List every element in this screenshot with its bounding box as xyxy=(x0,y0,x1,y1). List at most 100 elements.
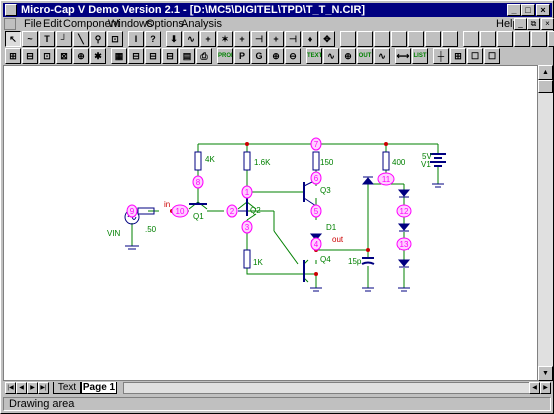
maximize-button[interactable]: □ xyxy=(521,4,535,16)
scroll-down-button[interactable]: ▼ xyxy=(538,366,553,381)
tb1-button-28[interactable] xyxy=(497,31,513,47)
tb2-button-4[interactable]: ⊕ xyxy=(73,48,89,64)
tb2-button-11[interactable]: ⎙ xyxy=(196,48,212,64)
tb1-button-27[interactable] xyxy=(480,31,496,47)
tb1-button-31[interactable] xyxy=(548,31,554,47)
resistor-1-6k[interactable] xyxy=(243,151,251,171)
tb1-button-14[interactable]: ⊣ xyxy=(251,31,267,47)
tb2-button-6[interactable]: ▦ xyxy=(111,48,127,64)
tb1-button-29[interactable] xyxy=(514,31,530,47)
scroll-right-button[interactable]: ▶ xyxy=(540,382,551,394)
tab-text[interactable]: Text xyxy=(53,382,81,394)
resistor-4k[interactable] xyxy=(194,151,202,171)
minimize-button[interactable]: _ xyxy=(507,4,521,16)
menu-edit[interactable]: Edit xyxy=(43,17,62,31)
tb1-button-23[interactable] xyxy=(408,31,424,47)
tb1-button-9[interactable]: ⬇ xyxy=(166,31,182,47)
menu-options[interactable]: Options xyxy=(146,17,184,31)
node-9[interactable]: 9 xyxy=(126,204,138,218)
tb1-button-13[interactable]: + xyxy=(234,31,250,47)
tb1-button-30[interactable] xyxy=(531,31,547,47)
tb1-button-24[interactable] xyxy=(425,31,441,47)
tb2-button-7[interactable]: ⊟ xyxy=(128,48,144,64)
doc-close-button[interactable]: × xyxy=(541,18,554,30)
scroll-up-button[interactable]: ▲ xyxy=(538,65,553,80)
tb2-button-12[interactable]: PROBE xyxy=(217,48,233,64)
tb2-button-18[interactable]: ∿ xyxy=(323,48,339,64)
node-2[interactable]: 2 xyxy=(226,204,238,218)
last-page-button[interactable]: ▶| xyxy=(38,382,49,394)
tb1-button-10[interactable]: ∿ xyxy=(183,31,199,47)
tb1-button-17[interactable]: ♦ xyxy=(302,31,318,47)
node-11[interactable]: 11 xyxy=(377,172,395,186)
tb2-button-0[interactable]: ⊞ xyxy=(5,48,21,64)
tb2-button-2[interactable]: ⊡ xyxy=(39,48,55,64)
tb2-button-8[interactable]: ⊟ xyxy=(145,48,161,64)
tb2-button-23[interactable]: LIST xyxy=(412,48,428,64)
tb2-button-15[interactable]: ⊕ xyxy=(268,48,284,64)
tb1-button-6[interactable]: ⊡ xyxy=(107,31,123,47)
vertical-scrollbar[interactable]: ▲ ▼ xyxy=(538,65,553,381)
tb2-button-5[interactable]: ✱ xyxy=(90,48,106,64)
tb2-button-1[interactable]: ⊟ xyxy=(22,48,38,64)
tb1-button-3[interactable]: ┘ xyxy=(56,31,72,47)
tb2-button-3[interactable]: ⊠ xyxy=(56,48,72,64)
tb1-button-5[interactable]: ⚲ xyxy=(90,31,106,47)
tb2-button-21[interactable]: ∿ xyxy=(374,48,390,64)
tb1-button-16[interactable]: ⊣ xyxy=(285,31,301,47)
menu-file[interactable]: File xyxy=(24,17,42,31)
tb2-button-16[interactable]: ⊖ xyxy=(285,48,301,64)
tb1-button-18[interactable]: ✥ xyxy=(319,31,335,47)
doc-restore-button[interactable]: ⧉ xyxy=(527,18,540,30)
prev-page-button[interactable]: ◀ xyxy=(16,382,27,394)
tb2-button-26[interactable]: ☐ xyxy=(467,48,483,64)
tb1-button-11[interactable]: + xyxy=(200,31,216,47)
node-13[interactable]: 13 xyxy=(396,237,412,251)
tb2-button-25[interactable]: ⊞ xyxy=(450,48,466,64)
first-page-button[interactable]: |◀ xyxy=(5,382,16,394)
node-5[interactable]: 5 xyxy=(310,204,322,218)
tb2-button-10[interactable]: ▤ xyxy=(179,48,195,64)
tb1-button-2[interactable]: T xyxy=(39,31,55,47)
tab-page-1[interactable]: Page 1 xyxy=(81,382,117,394)
node-3[interactable]: 3 xyxy=(241,220,253,234)
tb1-button-20[interactable] xyxy=(357,31,373,47)
tb1-button-19[interactable] xyxy=(340,31,356,47)
tb2-button-13[interactable]: P xyxy=(234,48,250,64)
tb2-button-19[interactable]: ⊕ xyxy=(340,48,356,64)
tb1-button-7[interactable]: I xyxy=(128,31,144,47)
node-12[interactable]: 12 xyxy=(396,204,412,218)
close-button[interactable]: × xyxy=(536,4,550,16)
app-icon[interactable] xyxy=(5,4,17,16)
tb2-button-22[interactable]: ⟷ xyxy=(395,48,411,64)
node-6[interactable]: 6 xyxy=(310,171,322,185)
tb1-button-15[interactable]: + xyxy=(268,31,284,47)
tb2-button-14[interactable]: G xyxy=(251,48,267,64)
tb2-button-17[interactable]: TEXT xyxy=(306,48,322,64)
tb1-button-21[interactable] xyxy=(374,31,390,47)
tb1-button-8[interactable]: ? xyxy=(145,31,161,47)
scroll-left-button[interactable]: ◀ xyxy=(529,382,540,394)
tb2-button-9[interactable]: ⊟ xyxy=(162,48,178,64)
horizontal-scrollbar[interactable] xyxy=(123,382,540,394)
schematic-canvas[interactable]: 8 1 2 3 7 6 5 4 9 10 11 12 13 4K 1.6K 15… xyxy=(3,65,538,381)
node-10[interactable]: 10 xyxy=(171,204,189,218)
resistor-150[interactable] xyxy=(312,151,320,171)
tb2-button-20[interactable]: OUT xyxy=(357,48,373,64)
tb1-button-1[interactable]: ~ xyxy=(22,31,38,47)
node-1[interactable]: 1 xyxy=(241,185,253,199)
node-7[interactable]: 7 xyxy=(310,137,322,151)
tb2-button-27[interactable]: ☐ xyxy=(484,48,500,64)
tb1-button-22[interactable] xyxy=(391,31,407,47)
menu-analysis[interactable]: Analysis xyxy=(181,17,222,31)
resistor-400[interactable] xyxy=(382,151,390,171)
node-8[interactable]: 8 xyxy=(192,175,204,189)
scroll-thumb[interactable] xyxy=(538,80,553,93)
next-page-button[interactable]: ▶ xyxy=(27,382,38,394)
doc-minimize-button[interactable]: _ xyxy=(514,18,527,30)
tb2-button-24[interactable]: ┼ xyxy=(433,48,449,64)
tb1-button-26[interactable] xyxy=(463,31,479,47)
tb1-button-0[interactable]: ↖ xyxy=(5,31,21,47)
tb1-button-4[interactable]: ╲ xyxy=(73,31,89,47)
document-icon[interactable] xyxy=(4,18,16,30)
